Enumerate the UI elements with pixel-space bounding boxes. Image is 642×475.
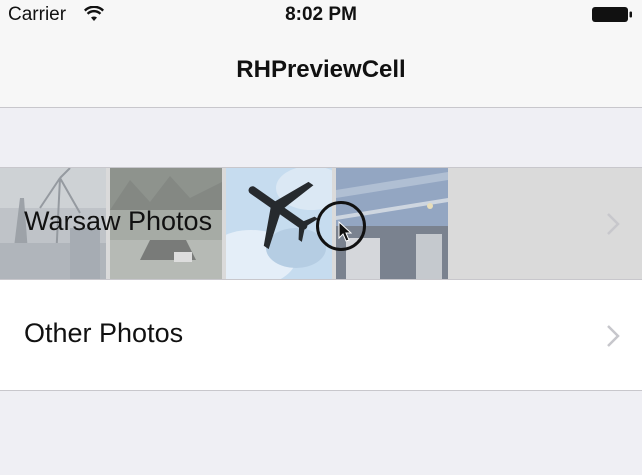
battery-full-icon xyxy=(592,7,632,22)
page-title: RHPreviewCell xyxy=(236,56,406,83)
chevron-right-icon xyxy=(607,213,620,235)
table-row-other-photos[interactable]: Other Photos xyxy=(0,279,642,391)
pointer-cursor-icon xyxy=(338,221,352,242)
clock: 8:02 PM xyxy=(285,4,357,25)
row-label: Other Photos xyxy=(24,318,184,348)
chevron-right-icon xyxy=(607,325,620,347)
status-bar: Carrier 8:02 PM xyxy=(0,0,642,36)
row-label: Warsaw Photos xyxy=(24,206,213,236)
navigation-bar: RHPreviewCell xyxy=(0,36,642,108)
table-view[interactable]: Warsaw Photos Other Photos xyxy=(0,167,642,391)
